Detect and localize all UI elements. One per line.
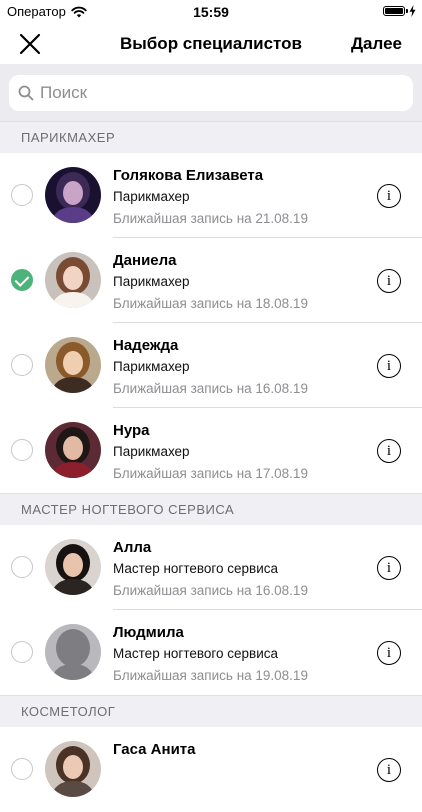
specialist-role: Мастер ногтевого сервиса bbox=[113, 561, 279, 576]
battery-fill bbox=[385, 8, 403, 14]
selection-checkbox[interactable] bbox=[11, 439, 33, 461]
info-icon[interactable]: i bbox=[377, 758, 401, 782]
specialist-row[interactable]: Нура Парикмахер Ближайшая запись на 17.08.… bbox=[0, 408, 422, 493]
specialist-role: Парикмахер bbox=[113, 359, 190, 374]
section-header: КОСМЕТОЛОГ bbox=[0, 695, 422, 727]
specialist-row[interactable]: Алла Мастер ногтевого сервиса Ближайшая за… bbox=[0, 525, 422, 610]
next-button[interactable]: Далее bbox=[351, 34, 402, 54]
specialist-row[interactable]: Надежда Парикмахер Ближайшая запись на 16.… bbox=[0, 323, 422, 408]
specialist-role: Парикмахер bbox=[113, 189, 190, 204]
specialist-role: Парикмахер bbox=[113, 274, 190, 289]
specialist-list: ПАРИКМАХЕР Голякова Елизавета Парикмахер Б… bbox=[0, 121, 422, 812]
next-appointment: Ближайшая запись на 18.08.19 bbox=[113, 296, 308, 311]
selection-checkbox-checked[interactable] bbox=[11, 269, 33, 291]
info-icon[interactable]: i bbox=[377, 269, 401, 293]
avatar bbox=[45, 741, 101, 797]
info-icon[interactable]: i bbox=[377, 641, 401, 665]
section-header: МАСТЕР НОГТЕВОГО СЕРВИСА bbox=[0, 493, 422, 525]
next-appointment: Ближайшая запись на 17.08.19 bbox=[113, 466, 308, 481]
specialist-name: Людмила bbox=[113, 624, 184, 641]
search-icon bbox=[18, 85, 34, 101]
charging-bolt-icon bbox=[409, 5, 416, 17]
specialist-row[interactable]: Гаса Анита i bbox=[0, 727, 422, 812]
selection-checkbox[interactable] bbox=[11, 184, 33, 206]
selection-checkbox[interactable] bbox=[11, 641, 33, 663]
info-icon[interactable]: i bbox=[377, 184, 401, 208]
specialist-name: Надежда bbox=[113, 337, 179, 354]
specialist-role: Мастер ногтевого сервиса bbox=[113, 646, 279, 661]
search-field-container[interactable] bbox=[9, 75, 413, 111]
avatar bbox=[45, 252, 101, 308]
status-bar: Оператор 15:59 bbox=[0, 0, 422, 24]
battery-indicator bbox=[383, 5, 416, 17]
specialist-name: Нура bbox=[113, 422, 150, 439]
specialist-row[interactable]: Даниела Парикмахер Ближайшая запись на 18.… bbox=[0, 238, 422, 323]
specialist-row[interactable]: Людмила Мастер ногтевого сервиса Ближайшая… bbox=[0, 610, 422, 695]
info-icon[interactable]: i bbox=[377, 439, 401, 463]
info-icon[interactable]: i bbox=[377, 354, 401, 378]
specialist-name: Алла bbox=[113, 539, 152, 556]
avatar bbox=[45, 624, 101, 680]
info-icon[interactable]: i bbox=[377, 556, 401, 580]
specialist-role: Парикмахер bbox=[113, 444, 190, 459]
specialist-name: Голякова Елизавета bbox=[113, 167, 264, 184]
battery-nub bbox=[406, 9, 408, 13]
navigation-bar: Выбор специалистов Далее bbox=[0, 24, 422, 64]
selection-checkbox[interactable] bbox=[11, 354, 33, 376]
avatar bbox=[45, 422, 101, 478]
avatar bbox=[45, 337, 101, 393]
specialist-name: Даниела bbox=[113, 252, 177, 269]
avatar bbox=[45, 167, 101, 223]
next-appointment: Ближайшая запись на 16.08.19 bbox=[113, 583, 308, 598]
next-appointment: Ближайшая запись на 19.08.19 bbox=[113, 668, 308, 683]
next-appointment: Ближайшая запись на 16.08.19 bbox=[113, 381, 308, 396]
selection-checkbox[interactable] bbox=[11, 556, 33, 578]
search-input[interactable] bbox=[40, 83, 400, 103]
next-appointment: Ближайшая запись на 21.08.19 bbox=[113, 211, 308, 226]
specialist-row[interactable]: Голякова Елизавета Парикмахер Ближайшая за… bbox=[0, 153, 422, 238]
selection-checkbox[interactable] bbox=[11, 758, 33, 780]
battery-icon bbox=[383, 6, 405, 16]
section-header: ПАРИКМАХЕР bbox=[0, 121, 422, 153]
avatar bbox=[45, 539, 101, 595]
search-bar bbox=[0, 64, 422, 121]
status-time: 15:59 bbox=[193, 4, 229, 20]
